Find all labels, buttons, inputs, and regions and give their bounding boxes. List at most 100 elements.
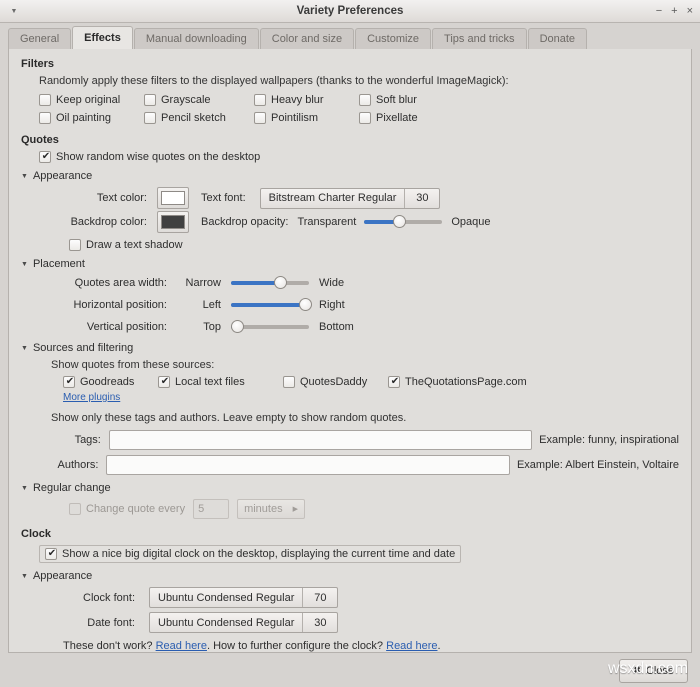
- authors-label: Authors:: [51, 459, 98, 471]
- clock-font-button[interactable]: Ubuntu Condensed Regular 70: [149, 587, 338, 608]
- show-quotes-row[interactable]: Show random wise quotes on the desktop: [39, 151, 679, 163]
- checkbox-goodreads[interactable]: [63, 376, 75, 388]
- checkbox-heavy-blur[interactable]: [254, 94, 266, 106]
- checkbox-keep-original[interactable]: [39, 94, 51, 106]
- checkbox-pixellate[interactable]: [359, 112, 371, 124]
- source-goodreads[interactable]: Goodreads: [63, 376, 158, 388]
- filter-oil-painting[interactable]: Oil painting: [39, 112, 144, 124]
- show-clock-row[interactable]: Show a nice big digital clock on the des…: [39, 545, 461, 563]
- close-window-button[interactable]: ×: [687, 6, 693, 17]
- maximize-button[interactable]: +: [671, 6, 677, 17]
- slider-knob[interactable]: [299, 298, 312, 311]
- help-note-part2: . How to further configure the clock?: [207, 640, 386, 652]
- tab-general[interactable]: General: [8, 28, 71, 49]
- backdrop-opacity-slider[interactable]: [364, 214, 442, 230]
- date-font-size: 30: [302, 613, 337, 632]
- show-clock-label: Show a nice big digital clock on the des…: [62, 548, 455, 560]
- clock-help-link-1[interactable]: Read here: [156, 640, 207, 652]
- window-menu-icon[interactable]: ▼: [6, 8, 22, 15]
- window-title: Variety Preferences: [0, 5, 700, 17]
- backdrop-color-swatch: [161, 215, 185, 229]
- backdrop-opacity-label: Backdrop opacity:: [201, 216, 288, 228]
- quote-interval-unit: minutes: [244, 503, 283, 515]
- filter-pencil-sketch[interactable]: Pencil sketch: [144, 112, 254, 124]
- filter-soft-blur[interactable]: Soft blur: [359, 94, 459, 106]
- tab-color-and-size[interactable]: Color and size: [260, 28, 354, 49]
- checkbox-oil-painting[interactable]: [39, 112, 51, 124]
- sources-checkbox-grid: Goodreads Local text files QuotesDaddy T…: [63, 376, 679, 388]
- tab-donate[interactable]: Donate: [528, 28, 587, 49]
- tab-customize[interactable]: Customize: [355, 28, 431, 49]
- more-plugins-row: More plugins: [63, 391, 679, 403]
- filter-heavy-blur[interactable]: Heavy blur: [254, 94, 359, 106]
- slider-knob[interactable]: [231, 320, 244, 333]
- clock-appearance-expander[interactable]: ▼ Appearance: [21, 570, 679, 582]
- checkbox-show-clock[interactable]: [45, 548, 57, 560]
- minimize-button[interactable]: −: [656, 6, 662, 17]
- slider-knob[interactable]: [393, 215, 406, 228]
- authors-input[interactable]: [106, 455, 510, 475]
- vertical-position-row: Vertical position: Top Bottom: [63, 319, 679, 335]
- filters-section-title: Filters: [21, 58, 679, 70]
- checkbox-grayscale[interactable]: [144, 94, 156, 106]
- sources-description: Show quotes from these sources:: [51, 359, 679, 371]
- quote-interval-unit-combo[interactable]: minutes ▶: [237, 499, 305, 519]
- tags-input[interactable]: [109, 430, 532, 450]
- source-quotesdaddy[interactable]: QuotesDaddy: [283, 376, 388, 388]
- checkbox-show-quotes[interactable]: [39, 151, 51, 163]
- tab-effects[interactable]: Effects: [72, 26, 133, 49]
- text-font-button[interactable]: Bitstream Charter Regular 30: [260, 188, 441, 209]
- checkbox-quotesdaddy[interactable]: [283, 376, 295, 388]
- text-shadow-row[interactable]: Draw a text shadow: [69, 239, 679, 251]
- text-color-swatch-button[interactable]: [157, 187, 189, 209]
- quote-interval-spinbox[interactable]: 5: [193, 499, 229, 519]
- quotes-sources-expander[interactable]: ▼ Sources and filtering: [21, 342, 679, 354]
- filter-label: Pixellate: [376, 112, 418, 124]
- date-font-button[interactable]: Ubuntu Condensed Regular 30: [149, 612, 338, 633]
- date-font-row: Date font: Ubuntu Condensed Regular 30: [63, 612, 679, 633]
- change-quote-every-row: Change quote every 5 minutes ▶: [69, 499, 679, 519]
- clock-appearance-label: Appearance: [33, 570, 92, 582]
- backdrop-color-swatch-button[interactable]: [157, 211, 189, 233]
- x-icon: ✖: [633, 665, 641, 676]
- change-quote-every-label: Change quote every: [86, 503, 185, 515]
- horizontal-position-row: Horizontal position: Left Right: [63, 297, 679, 313]
- checkbox-local-text-files[interactable]: [158, 376, 170, 388]
- quotes-appearance-expander[interactable]: ▼ Appearance: [21, 170, 679, 182]
- quotes-placement-expander[interactable]: ▼ Placement: [21, 258, 679, 270]
- more-plugins-link[interactable]: More plugins: [63, 392, 120, 403]
- filter-pointilism[interactable]: Pointilism: [254, 112, 359, 124]
- clock-help-link-2[interactable]: Read here: [386, 640, 437, 652]
- effects-panel: Filters Randomly apply these filters to …: [8, 48, 692, 653]
- text-font-label: Text font:: [201, 192, 246, 204]
- quotes-regular-change-label: Regular change: [33, 482, 111, 494]
- source-local-text-files[interactable]: Local text files: [158, 376, 283, 388]
- checkbox-thequotationspage[interactable]: [388, 376, 400, 388]
- horizontal-position-slider[interactable]: [231, 297, 309, 313]
- clock-font-size: 70: [302, 588, 337, 607]
- close-button[interactable]: ✖ Close: [619, 659, 688, 683]
- source-thequotationspage[interactable]: TheQuotationsPage.com: [388, 376, 679, 388]
- filter-pixellate[interactable]: Pixellate: [359, 112, 459, 124]
- checkbox-pencil-sketch[interactable]: [144, 112, 156, 124]
- filters-checkbox-grid: Keep original Grayscale Heavy blur Soft …: [39, 94, 679, 124]
- vertical-position-slider[interactable]: [231, 319, 309, 335]
- vertical-position-label: Vertical position:: [63, 321, 167, 333]
- slider-knob[interactable]: [274, 276, 287, 289]
- backdrop-color-row: Backdrop color: Backdrop opacity: Transp…: [63, 211, 679, 233]
- close-button-label: Close: [646, 665, 674, 677]
- text-shadow-label: Draw a text shadow: [86, 239, 183, 251]
- checkbox-pointilism[interactable]: [254, 112, 266, 124]
- filter-keep-original[interactable]: Keep original: [39, 94, 144, 106]
- checkbox-change-quote-every[interactable]: [69, 503, 81, 515]
- checkbox-text-shadow[interactable]: [69, 239, 81, 251]
- tab-tips-and-tricks[interactable]: Tips and tricks: [432, 28, 527, 49]
- filter-grayscale[interactable]: Grayscale: [144, 94, 254, 106]
- tab-manual-downloading[interactable]: Manual downloading: [134, 28, 259, 49]
- horizontal-position-min-label: Left: [173, 299, 221, 311]
- quotes-placement-label: Placement: [33, 258, 85, 270]
- quotes-regular-change-expander[interactable]: ▼ Regular change: [21, 482, 679, 494]
- quotes-area-width-min-label: Narrow: [173, 277, 221, 289]
- quotes-area-width-slider[interactable]: [231, 275, 309, 291]
- checkbox-soft-blur[interactable]: [359, 94, 371, 106]
